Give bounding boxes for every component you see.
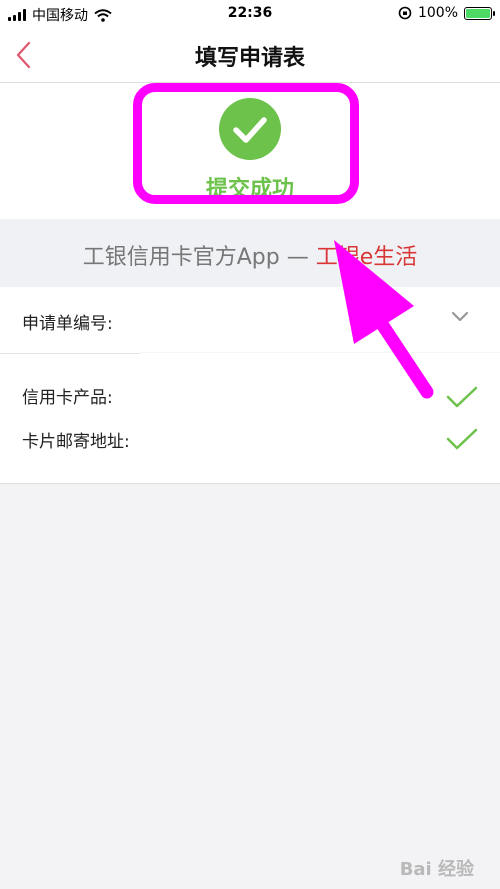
status-bar: 中国移动 22:36 100% (0, 0, 500, 28)
promo-banner[interactable]: 工银信用卡官方App — 工银e生活 (0, 219, 500, 287)
product-check-icon (446, 386, 478, 408)
application-no-label: 申请单编号: (22, 314, 113, 334)
nav-bar: 填写申请表 (0, 28, 500, 83)
watermark: Bai 经验 (399, 859, 474, 880)
card-product-label: 信用卡产品: (22, 388, 113, 408)
row-divider (0, 353, 140, 354)
banner-brand: 工银e生活 (315, 245, 418, 270)
row-divider-faint (140, 352, 500, 353)
banner-prefix: 工银信用卡官方App — (82, 245, 309, 270)
banner-text: 工银信用卡官方App — 工银e生活 (0, 239, 500, 271)
application-details: 申请单编号: 信用卡产品: 卡片邮寄地址: (0, 287, 500, 484)
chevron-down-icon[interactable] (451, 311, 469, 323)
annotation-highlight-box (133, 83, 359, 204)
address-check-icon (446, 428, 478, 450)
mailing-address-label: 卡片邮寄地址: (22, 432, 130, 452)
battery-percent: 100% (417, 5, 458, 21)
status-right: 100% (398, 5, 495, 21)
page-title: 填写申请表 (194, 46, 305, 71)
battery-icon (464, 6, 495, 20)
rotation-lock-icon (398, 6, 412, 20)
